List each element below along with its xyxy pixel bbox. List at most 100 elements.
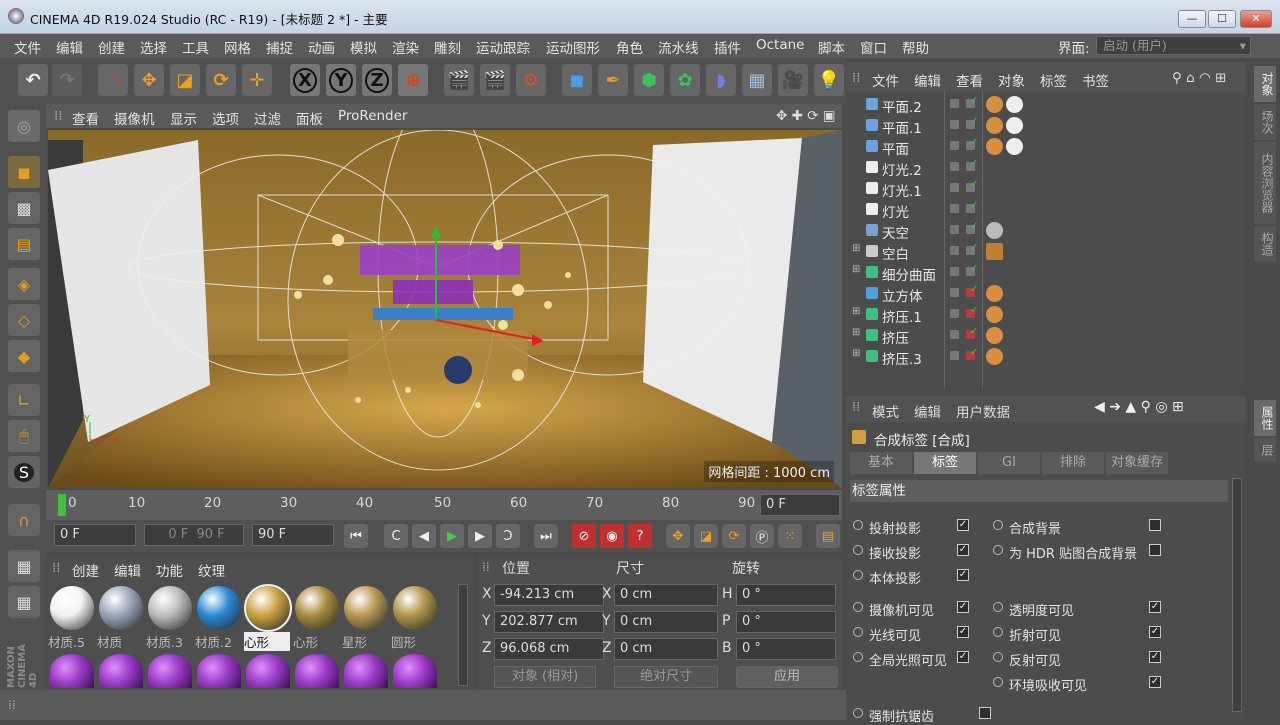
menu-sculpt[interactable]: 雕刻	[434, 37, 461, 57]
material-swatch[interactable]	[393, 654, 437, 688]
live-selection-button[interactable]: ⬚	[98, 64, 128, 96]
texture-mode-button[interactable]: ▩	[8, 192, 40, 224]
layout-dropdown[interactable]: 启动 (用户) ▾	[1096, 36, 1251, 55]
animate-radio[interactable]	[993, 545, 1003, 555]
material-swatch[interactable]	[197, 586, 241, 630]
menu-character[interactable]: 角色	[616, 37, 643, 57]
prop-checkbox[interactable]	[1149, 519, 1161, 531]
object-row[interactable]: ⊞ 空白 ✓	[846, 241, 1246, 263]
animate-radio[interactable]	[853, 708, 863, 718]
goto-end-button[interactable]: ⏭	[534, 524, 558, 548]
tab-structure[interactable]: 构造	[1254, 226, 1276, 262]
keyset-button[interactable]: ?	[628, 524, 652, 548]
maximize-button[interactable]: ☐	[1208, 10, 1236, 28]
attr-menu-mode[interactable]: 模式	[872, 401, 899, 421]
obj-menu-object[interactable]: 对象	[998, 70, 1025, 90]
obj-menu-tag[interactable]: 标签	[1040, 70, 1067, 90]
object-row[interactable]: 平面.1 ✓	[846, 115, 1246, 137]
key-position-button[interactable]: ✥	[666, 524, 690, 548]
expand-icon[interactable]: ⊞	[852, 264, 860, 275]
material-swatch[interactable]	[295, 654, 339, 688]
key-param-button[interactable]: Ⓟ	[750, 524, 774, 548]
redo-button[interactable]: ↷	[52, 64, 82, 96]
obj-menu-bookmark[interactable]: 书签	[1082, 70, 1109, 90]
pos-x-field[interactable]: -94.213 cm	[494, 584, 604, 606]
size-mode-dropdown[interactable]: 绝对尺寸	[614, 666, 718, 688]
prev-frame-button[interactable]: ◀	[412, 524, 436, 548]
animate-radio[interactable]	[993, 652, 1003, 662]
recent-tool-button[interactable]: ✛	[242, 64, 272, 96]
rot-b-field[interactable]: 0 °	[736, 638, 836, 660]
snap-button[interactable]: ∩	[8, 504, 40, 536]
cube-button[interactable]: ◼	[562, 64, 592, 96]
material-tag-icon[interactable]	[986, 243, 1003, 260]
timeline-window-button[interactable]: ▤	[816, 524, 840, 548]
object-row[interactable]: ⊞ 挤压.1 ✓	[846, 304, 1246, 326]
key-pla-button[interactable]: ⁙	[778, 524, 802, 548]
vp-menu-display[interactable]: 显示	[170, 108, 197, 128]
prop-checkbox[interactable]: ✓	[1149, 676, 1161, 688]
rotate-tool-button[interactable]: ⟳	[206, 64, 236, 96]
menu-motion-tracking[interactable]: 运动跟踪	[476, 37, 530, 57]
material-tag-icon[interactable]	[986, 348, 1003, 365]
animate-radio[interactable]	[993, 602, 1003, 612]
enabled-check-icon[interactable]: ✓	[970, 95, 978, 106]
make-editable-button[interactable]: ◎	[8, 110, 40, 142]
y-axis-button[interactable]: Y	[326, 64, 356, 96]
material-swatch[interactable]	[99, 586, 143, 630]
visibility-dot-icon[interactable]	[950, 351, 959, 360]
material-tag-icon[interactable]	[986, 222, 1003, 239]
visibility-dot-icon[interactable]	[950, 288, 959, 297]
next-key-button[interactable]: Ↄ	[496, 524, 520, 548]
tweak-mode-button[interactable]: 🖱	[8, 420, 40, 452]
visibility-dot-icon[interactable]	[950, 99, 959, 108]
material-swatch[interactable]	[393, 586, 437, 630]
rot-p-field[interactable]: 0 °	[736, 611, 836, 633]
object-row[interactable]: 灯光.2 ✓	[846, 157, 1246, 179]
rot-h-field[interactable]: 0 °	[736, 584, 836, 606]
object-row[interactable]: 灯光 ✓	[846, 199, 1246, 221]
menu-animate[interactable]: 动画	[308, 37, 335, 57]
visibility-dot-icon[interactable]	[950, 141, 959, 150]
menu-simulate[interactable]: 模拟	[350, 37, 377, 57]
floor-button[interactable]: ▦	[742, 64, 772, 96]
compositing-tag-icon[interactable]	[1006, 138, 1023, 155]
menu-octane[interactable]: Octane	[756, 37, 804, 53]
vp-menu-prorender[interactable]: ProRender	[338, 108, 407, 124]
material-tag-icon[interactable]	[986, 306, 1003, 323]
tab-exclusion[interactable]: 排除	[1042, 452, 1104, 474]
material-swatch[interactable]	[50, 586, 94, 630]
visibility-dot-icon[interactable]	[950, 267, 959, 276]
expand-icon[interactable]: ⊞	[852, 306, 860, 317]
camera-button[interactable]: 🎥	[778, 64, 808, 96]
object-row[interactable]: ⊞ 挤压.3 ✓	[846, 346, 1246, 368]
next-frame-button[interactable]: ▶	[468, 524, 492, 548]
mat-menu-create[interactable]: 创建	[72, 560, 99, 580]
enabled-check-icon[interactable]: ✓	[970, 242, 978, 253]
prop-checkbox[interactable]: ✓	[1149, 626, 1161, 638]
expand-icon[interactable]: ⊞	[852, 243, 860, 254]
timeline-ruler[interactable]: 0 10 20 30 40 50 60 70 80 90	[46, 490, 842, 520]
tab-basic[interactable]: 基本	[850, 452, 912, 474]
visibility-dot-icon[interactable]	[950, 183, 959, 192]
material-tag-icon[interactable]	[986, 285, 1003, 302]
prop-checkbox[interactable]: ✓	[1149, 651, 1161, 663]
material-swatch[interactable]	[246, 654, 290, 688]
animate-radio[interactable]	[853, 627, 863, 637]
vp-menu-camera[interactable]: 摄像机	[114, 108, 155, 128]
prop-checkbox[interactable]: ✓	[1149, 601, 1161, 613]
menu-snap[interactable]: 捕捉	[266, 37, 293, 57]
attr-menu-userdata[interactable]: 用户数据	[956, 401, 1010, 421]
compositing-tag-icon[interactable]	[1006, 117, 1023, 134]
material-swatch[interactable]	[197, 654, 241, 688]
close-button[interactable]: ✕	[1240, 10, 1272, 28]
prop-checkbox[interactable]: ✓	[957, 651, 969, 663]
material-scrollbar[interactable]	[458, 584, 468, 686]
range-slider[interactable]: 0 F 90 F	[144, 524, 244, 546]
menu-render[interactable]: 渲染	[392, 37, 419, 57]
expand-icon[interactable]: ⊞	[852, 348, 860, 359]
object-row[interactable]: 平面 ✓	[846, 136, 1246, 158]
enabled-check-icon[interactable]: ✓	[970, 200, 978, 211]
animate-radio[interactable]	[853, 602, 863, 612]
enabled-check-icon[interactable]: ✓	[970, 305, 978, 316]
